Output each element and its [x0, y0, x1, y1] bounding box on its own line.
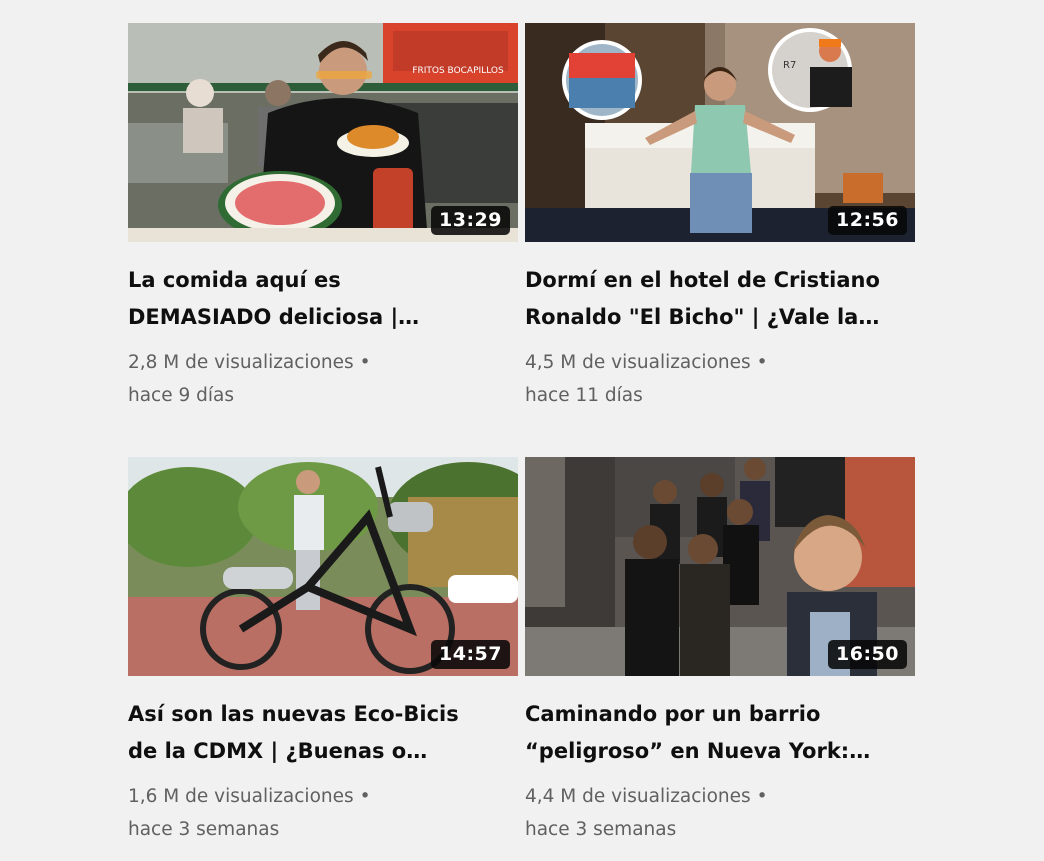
video-title[interactable]: Caminando por un barrio “peligroso” en N… [525, 696, 885, 770]
video-duration: 14:57 [431, 640, 510, 669]
video-title-line: Caminando por un barrio [525, 702, 821, 726]
video-thumbnail[interactable]: FRITOS BOCAPILLOS 13:29 [128, 23, 518, 242]
meta-separator: • [756, 352, 768, 373]
restaurant-sign: FRITOS BOCAPILLOS [412, 66, 504, 76]
video-metadata: 1,6 M de visualizaciones • hace 3 semanas [128, 780, 518, 846]
video-metadata: 4,4 M de visualizaciones • hace 3 semanas [525, 780, 915, 846]
video-duration: 12:56 [828, 206, 907, 235]
video-title[interactable]: La comida aquí es DEMASIADO deliciosa |… [128, 262, 488, 336]
video-title-line: Así son las nuevas Eco-Bicis [128, 702, 459, 726]
video-title[interactable]: Dormí en el hotel de Cristiano Ronaldo "… [525, 262, 885, 336]
view-count: 4,5 M de visualizaciones [525, 352, 751, 373]
upload-age: hace 11 días [525, 385, 643, 406]
video-grid: FRITOS BOCAPILLOS 13:29 La comida aquí e… [0, 0, 1044, 861]
view-count: 1,6 M de visualizaciones [128, 786, 354, 807]
video-title-line: “peligroso” en Nueva York:… [525, 739, 871, 763]
video-metadata: 4,5 M de visualizaciones • hace 11 días [525, 346, 915, 412]
meta-separator: • [359, 352, 371, 373]
video-card[interactable]: R7 12:56 Dormí en el hotel de Cristiano … [525, 23, 915, 412]
video-thumbnail[interactable]: 16:50 [525, 457, 915, 676]
video-title-line: La comida aquí es [128, 268, 341, 292]
meta-separator: • [359, 786, 371, 807]
video-thumbnail[interactable]: 14:57 [128, 457, 518, 676]
view-count: 4,4 M de visualizaciones [525, 786, 751, 807]
video-thumbnail[interactable]: R7 12:56 [525, 23, 915, 242]
video-title[interactable]: Así son las nuevas Eco-Bicis de la CDMX … [128, 696, 488, 770]
upload-age: hace 3 semanas [128, 819, 280, 840]
video-title-line: Ronaldo "El Bicho" | ¿Vale la… [525, 305, 880, 329]
r7-logo: R7 [783, 60, 796, 71]
view-count: 2,8 M de visualizaciones [128, 352, 354, 373]
meta-separator: • [756, 786, 768, 807]
upload-age: hace 3 semanas [525, 819, 677, 840]
video-metadata: 2,8 M de visualizaciones • hace 9 días [128, 346, 518, 412]
video-duration: 16:50 [828, 640, 907, 669]
upload-age: hace 9 días [128, 385, 235, 406]
video-title-line: Dormí en el hotel de Cristiano [525, 268, 880, 292]
video-duration: 13:29 [431, 206, 510, 235]
video-card[interactable]: FRITOS BOCAPILLOS 13:29 La comida aquí e… [128, 23, 518, 412]
video-card[interactable]: 14:57 Así son las nuevas Eco-Bicis de la… [128, 457, 518, 846]
video-card[interactable]: 16:50 Caminando por un barrio “peligroso… [525, 457, 915, 846]
video-title-line: DEMASIADO deliciosa |… [128, 305, 420, 329]
video-title-line: de la CDMX | ¿Buenas o… [128, 739, 428, 763]
